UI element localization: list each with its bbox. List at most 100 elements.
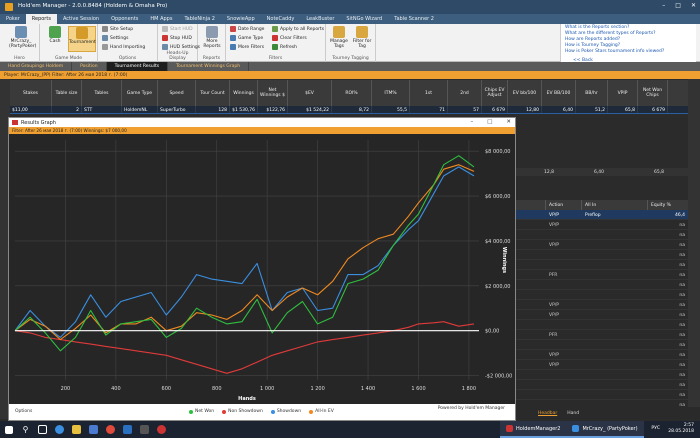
help-link[interactable]: How is Poker Stars tournament info viewe…	[565, 49, 692, 55]
headbar-link[interactable]: Headbar	[538, 411, 557, 416]
hand-row[interactable]: na	[516, 320, 688, 330]
app-icon-dark[interactable]	[136, 421, 153, 438]
tab-tournament-winnings-graph[interactable]: Tournament Winnings Graph	[168, 62, 250, 71]
col-header[interactable]: EV bb/100	[508, 80, 542, 106]
col-header[interactable]: ITM%	[372, 80, 410, 106]
clock-date[interactable]: 28.05.2018	[668, 429, 694, 435]
hand-row[interactable]: VP/P na	[516, 350, 688, 360]
menu-notecaddy[interactable]: NoteCaddy	[261, 14, 301, 24]
tab-tournament-results[interactable]: Tournament Results	[106, 62, 169, 71]
site-setup-button[interactable]: Site Setup	[102, 26, 133, 32]
col-header[interactable]: All In	[582, 200, 648, 210]
legend-item[interactable]: All-In EV	[309, 409, 334, 414]
edge-icon[interactable]	[51, 421, 68, 438]
taskbar-app-party[interactable]: MrCrazy_ (PartyPoker)	[566, 421, 644, 438]
col-header[interactable]: Stakes	[10, 80, 52, 106]
col-header[interactable]: Chips EV Adjust	[482, 80, 508, 106]
language-indicator[interactable]: РУС	[651, 426, 660, 432]
hand-row[interactable]: VP/P na	[516, 220, 688, 230]
menu-sitngo-wizard[interactable]: SitNGo Wizard	[340, 14, 388, 24]
cash-button[interactable]: Cash	[44, 26, 66, 44]
hand-row[interactable]: na	[516, 370, 688, 380]
legend-item[interactable]: Showdown	[270, 409, 301, 414]
hand-row[interactable]: VP/P na	[516, 300, 688, 310]
col-header[interactable]: Game Type	[122, 80, 158, 106]
menu-tableninja[interactable]: TableNinja 2	[178, 14, 220, 24]
apply-all-button[interactable]: Apply to all Reports	[272, 26, 324, 32]
hand-row[interactable]: VP/P Preflop 46,4	[516, 210, 688, 220]
stop-hud-button[interactable]: Stop HUD	[162, 35, 192, 41]
minimize-icon[interactable]: –	[470, 119, 473, 125]
app-icon-blue[interactable]	[119, 421, 136, 438]
tab-position[interactable]: Position	[72, 62, 107, 71]
col-header[interactable]: Action	[546, 200, 582, 210]
hand-row[interactable]: na	[516, 250, 688, 260]
hand-row[interactable]: na	[516, 260, 688, 270]
clear-filters-button[interactable]: Clear Filters	[272, 35, 307, 41]
maximize-icon[interactable]: □	[487, 119, 492, 125]
hand-row[interactable]: VP/P na	[516, 310, 688, 320]
app-icon-poker[interactable]	[153, 421, 170, 438]
tournament-button[interactable]: Tournament	[68, 26, 96, 52]
legend-item[interactable]: Net Won	[189, 409, 214, 414]
hand-row[interactable]: na	[516, 340, 688, 350]
hand-row[interactable]: na	[516, 380, 688, 390]
col-header[interactable]: VPIP	[608, 80, 638, 106]
menu-table-scanner[interactable]: Table Scanner 2	[388, 14, 440, 24]
hand-row[interactable]: na	[516, 230, 688, 240]
options-button[interactable]: Options	[15, 409, 32, 414]
chrome-icon[interactable]	[102, 421, 119, 438]
minimize-icon[interactable]: –	[662, 2, 665, 9]
hand-row[interactable]: na	[516, 280, 688, 290]
search-icon[interactable]: ⚲	[17, 421, 34, 438]
table-row[interactable]: $11,00 2 STT HoldemNL SuperTurbo 128 $1 …	[10, 106, 688, 114]
col-header[interactable]: Net Won Chips	[638, 80, 668, 106]
more-filters-button[interactable]: More Filters	[230, 44, 264, 50]
hud-settings-button[interactable]: HUD Settings	[162, 44, 200, 50]
start-hud-button[interactable]: Start HUD	[162, 26, 193, 32]
hero-button[interactable]: MrCrazy_ (PartyPoker)	[9, 26, 36, 49]
col-header[interactable]: Winnings	[230, 80, 258, 106]
hand-row[interactable]: na	[516, 290, 688, 300]
menu-poker[interactable]: Poker	[0, 14, 26, 24]
col-header[interactable]: Tables	[82, 80, 122, 106]
explorer-icon[interactable]	[68, 421, 85, 438]
right-sidebar-strip[interactable]	[688, 79, 700, 419]
hand-row[interactable]: PFR na	[516, 270, 688, 280]
hand-row[interactable]: VP/P na	[516, 360, 688, 370]
menu-opponents[interactable]: Opponents	[105, 14, 144, 24]
hand-row[interactable]: VP/P na	[516, 240, 688, 250]
col-header[interactable]: Tour Count	[196, 80, 230, 106]
hand-importing-button[interactable]: Hand Importing	[102, 44, 145, 50]
filter-tag-button[interactable]: Filter for Tag	[351, 26, 373, 49]
menu-leakbuster[interactable]: LeakBuster	[300, 14, 340, 24]
col-header[interactable]: Table size	[52, 80, 82, 106]
hand-row[interactable]: na	[516, 390, 688, 400]
maximize-icon[interactable]: □	[675, 2, 681, 9]
col-header[interactable]: 1st	[410, 80, 448, 106]
game-type-button[interactable]: Game Type	[230, 35, 263, 41]
more-reports-button[interactable]: More Reports	[201, 26, 223, 49]
col-header[interactable]: Net Winnings $	[258, 80, 288, 106]
col-header[interactable]: BB/hr	[576, 80, 608, 106]
col-header[interactable]: EV BB/100	[542, 80, 576, 106]
menu-snowieapp[interactable]: SnowieApp	[221, 14, 261, 24]
manage-tags-button[interactable]: Manage Tags	[328, 26, 350, 49]
menu-reports[interactable]: Reports	[25, 14, 57, 24]
start-icon[interactable]	[0, 421, 17, 438]
col-header[interactable]: Speed	[158, 80, 196, 106]
col-header[interactable]: ROI%	[332, 80, 372, 106]
refresh-button[interactable]: Refresh	[272, 44, 297, 50]
settings-button[interactable]: Settings	[102, 35, 128, 41]
date-range-button[interactable]: Date Range	[230, 26, 264, 32]
hand-row[interactable]: PFR na	[516, 330, 688, 340]
menu-hm-apps[interactable]: HM Apps	[144, 14, 178, 24]
taskbar-app-hm2[interactable]: HoldemManager2	[500, 421, 567, 438]
col-header-pos[interactable]	[516, 200, 546, 210]
close-icon[interactable]: ✕	[506, 119, 511, 125]
legend-item[interactable]: Non Showdown	[222, 409, 263, 414]
close-icon[interactable]: ✕	[691, 2, 696, 9]
store-icon[interactable]	[85, 421, 102, 438]
task-view-icon[interactable]	[34, 421, 51, 438]
col-header[interactable]: 2nd	[448, 80, 482, 106]
